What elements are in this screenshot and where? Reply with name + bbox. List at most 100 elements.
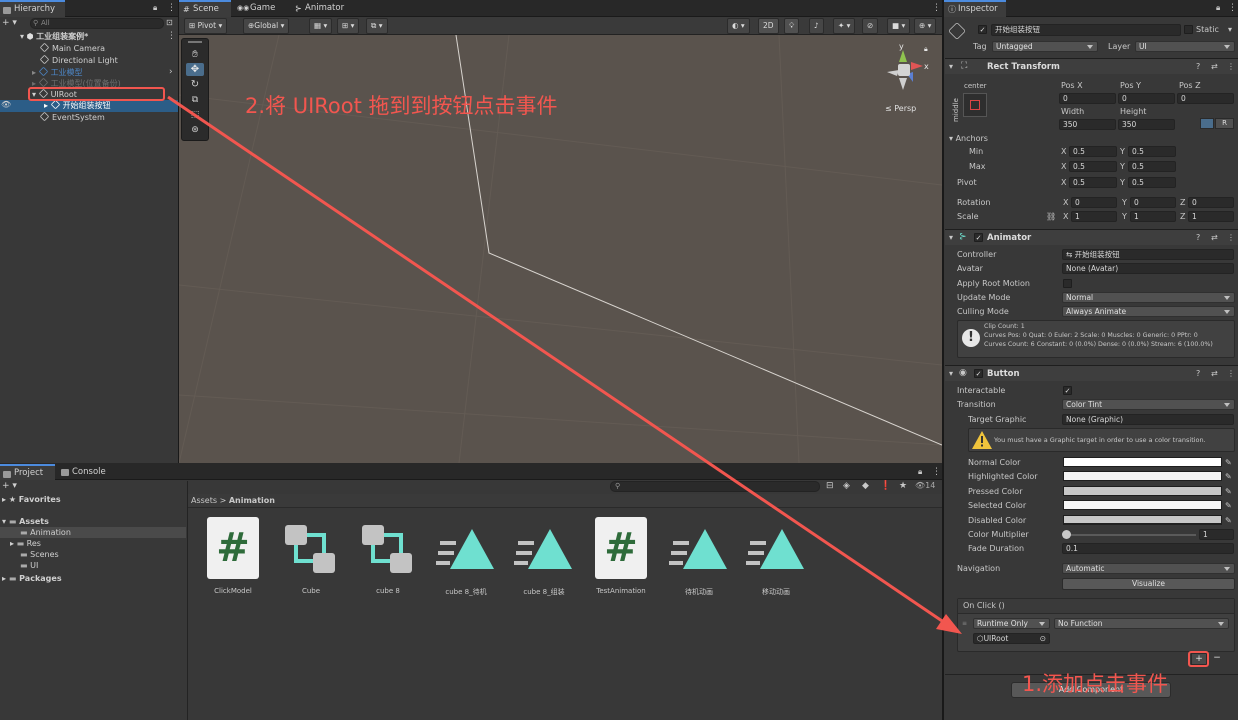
grid-snap-dropdown[interactable]: ▦ ▾ [309,18,333,34]
asset-item[interactable]: 待机动画 [669,517,729,596]
eyedropper-icon[interactable]: ✎ [1225,500,1232,512]
assets-folder-item[interactable]: ▾ ▬ Assets [2,516,49,527]
highlighted-color-swatch[interactable] [1063,471,1222,481]
anchor-presets-button[interactable] [963,93,987,117]
global-dropdown[interactable]: ⊕Global ▾ [243,18,290,34]
tab-console[interactable]: Console [58,464,116,480]
button-component-header[interactable]: ▾ ◉ ✓ Button ? ⇄ ⋮ [945,365,1238,381]
tab-scene[interactable]: # Scene [179,0,231,17]
tag-dropdown[interactable]: Untagged [992,41,1098,52]
breadcrumb-animation[interactable]: Animation [229,496,275,505]
preset-icon[interactable]: ⇄ [1211,62,1218,71]
preset-icon[interactable]: ⇄ [1211,233,1218,242]
static-checkbox[interactable] [1184,25,1193,34]
constrain-link-icon[interactable]: ⛓ [1046,211,1056,223]
help-icon[interactable]: ? [1196,62,1200,71]
rotation-z-field[interactable]: 0 [1188,197,1234,208]
scene-camera-dropdown[interactable]: ■ ▾ [887,18,911,34]
warning-filter-icon[interactable]: ❗ [880,481,891,491]
pos-x-field[interactable]: 0 [1059,93,1116,104]
controller-field[interactable]: ⇆ 开始组装按钮 [1062,249,1234,260]
help-icon[interactable]: ? [1196,233,1200,242]
interactable-checkbox[interactable]: ✓ [1063,386,1072,395]
blueprint-mode-button[interactable] [1200,118,1214,129]
pressed-color-swatch[interactable] [1063,486,1222,496]
lock-icon[interactable]: 🔒︎ [153,3,157,13]
filter-icon[interactable]: ◈ [843,481,850,491]
tab-inspector[interactable]: ⓘ Inspector [944,0,1006,17]
pivot-x-field[interactable]: 0.5 [1069,177,1117,188]
target-graphic-field[interactable]: None (Graphic) [1062,414,1234,425]
pivot-y-field[interactable]: 0.5 [1128,177,1176,188]
more-icon[interactable]: ⋮ [1228,3,1237,13]
avatar-field[interactable]: None (Avatar) [1062,263,1234,274]
remove-event-button[interactable]: − [1210,653,1224,665]
animator-header[interactable]: ▾ ⊱ ✓ Animator ? ⇄ ⋮ [945,229,1238,245]
asset-item[interactable]: # TestAnimation [591,517,651,595]
scene-visibility-toggle[interactable]: ⊘ [862,18,879,34]
shading-dropdown[interactable]: ◐ ▾ [727,18,750,34]
hierarchy-search-input[interactable]: ⚲ All [30,18,164,29]
eyedropper-icon[interactable]: ✎ [1225,471,1232,483]
pivot-dropdown[interactable]: ⊞ Pivot ▾ [184,18,228,34]
rotation-y-field[interactable]: 0 [1130,197,1176,208]
eyedropper-icon[interactable]: ✎ [1225,515,1232,527]
asset-item[interactable]: Cube [281,517,341,595]
lock-icon[interactable]: 🔒︎ [918,467,922,477]
tab-hierarchy[interactable]: Hierarchy [0,0,65,17]
asset-item[interactable]: # ClickModel [203,517,263,595]
asset-item[interactable]: cube 8_组装 [514,517,574,596]
breadcrumb-assets[interactable]: Assets [191,496,217,505]
search-by-type-icon[interactable]: ⊟ [826,481,834,491]
update-mode-dropdown[interactable]: Normal [1062,292,1235,303]
tab-game[interactable]: ◉◉ Game [234,0,284,17]
transform-tool-icon[interactable]: ⊛ [186,124,204,137]
animator-enabled-checkbox[interactable]: ✓ [974,233,983,242]
hierarchy-expand-icon[interactable]: ⊡ [166,18,173,27]
raw-edit-button[interactable]: R [1215,118,1234,129]
hierarchy-item-start-button[interactable]: ▸ 开始组装按钮 [44,99,111,111]
hidden-count-icon[interactable]: 👁︎14 [915,481,935,490]
eyedropper-icon[interactable]: ✎ [1225,486,1232,498]
drag-handle-icon[interactable]: ≡ [962,620,967,627]
width-field[interactable]: 350 [1059,119,1116,130]
anchor-min-y-field[interactable]: 0.5 [1128,146,1176,157]
culling-mode-dropdown[interactable]: Always Animate [1062,306,1235,317]
folder-item-scenes[interactable]: ▬ Scenes [20,549,59,560]
pos-z-field[interactable]: 0 [1177,93,1234,104]
disabled-color-swatch[interactable] [1063,515,1222,525]
packages-folder-item[interactable]: ▸ ▬ Packages [2,573,62,584]
scene-root-item[interactable]: ▾ ⬢ 工业组装案例* [20,31,88,42]
persp-label[interactable]: ≤ Persp [885,104,916,113]
tab-project[interactable]: Project [0,464,55,480]
event-target-field[interactable]: ⬡UIRoot ⊙ [973,633,1050,644]
asset-item[interactable]: 移动动画 [746,517,806,596]
tab-animator[interactable]: ⊱ Animator [291,0,355,17]
anchor-max-x-field[interactable]: 0.5 [1069,161,1117,172]
object-name-field[interactable]: 开始组装按钮 [991,24,1181,36]
rect-transform-header[interactable]: ▾ ⛶ Rect Transform ? ⇄ ⋮ [945,58,1238,74]
object-picker-icon[interactable]: ⊙ [1040,634,1046,643]
color-multiplier-slider-handle[interactable] [1062,530,1071,539]
visibility-eye-icon[interactable]: 👁︎ [1,100,11,109]
active-checkbox[interactable]: ✓ [978,25,987,34]
audio-toggle[interactable]: ♪ [809,18,824,34]
project-add-button[interactable]: + ▾ [2,481,17,491]
pos-y-field[interactable]: 0 [1118,93,1175,104]
gizmo-lock-icon[interactable]: 🔒︎ [924,45,928,54]
eyedropper-icon[interactable]: ✎ [1225,457,1232,469]
transition-dropdown[interactable]: Color Tint [1062,399,1235,410]
lock-icon[interactable]: 🔒︎ [1216,3,1220,13]
static-dropdown-icon[interactable]: ▾ [1228,24,1232,36]
anchor-min-x-field[interactable]: 0.5 [1069,146,1117,157]
root-motion-checkbox[interactable] [1063,279,1072,288]
gizmos-dropdown[interactable]: ⊕ ▾ [914,18,937,34]
component-more-icon[interactable]: ⋮ [1227,233,1235,242]
asset-item[interactable]: cube 8_待机 [436,517,496,596]
favorite-star-icon[interactable]: ★ [899,481,907,491]
normal-color-swatch[interactable] [1063,457,1222,467]
folder-item-ui[interactable]: ▬ UI [20,560,38,571]
scene-more-icon[interactable]: ⋮ [167,31,176,41]
hierarchy-item-eventsystem[interactable]: EventSystem [39,111,105,123]
scale-z-field[interactable]: 1 [1188,211,1234,222]
